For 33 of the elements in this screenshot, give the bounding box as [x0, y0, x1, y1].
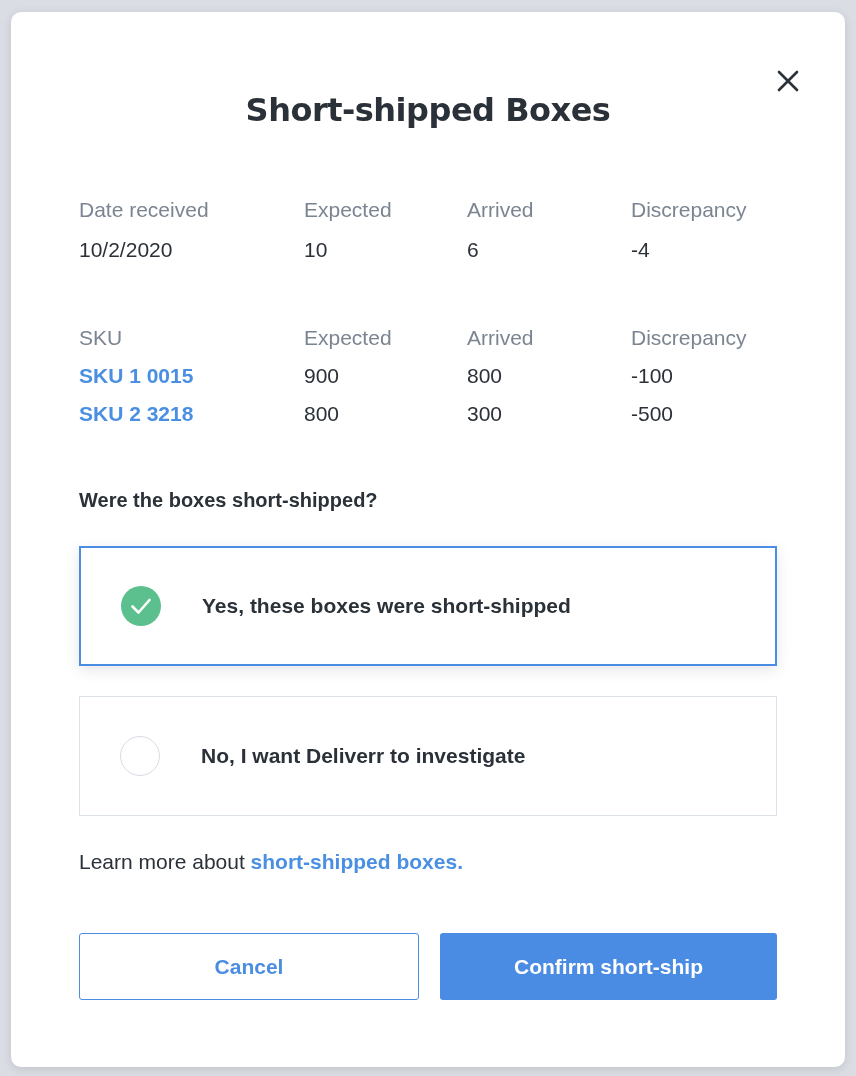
column-header: Arrived [467, 325, 535, 351]
column-header: Arrived [467, 197, 535, 223]
learn-more-text: Learn more about short-shipped boxes. [79, 849, 464, 875]
column-header: Discrepancy [631, 197, 748, 223]
summary-value: -4 [631, 237, 651, 263]
dialog-title: Short-shipped Boxes [244, 90, 612, 130]
close-icon [777, 70, 799, 92]
option-card[interactable]: No, I want Deliverr to investigate [79, 696, 777, 816]
table-cell-text: 800 [304, 401, 341, 427]
table-cell-text: 300 [467, 401, 504, 427]
table-cell-text: 900 [304, 363, 341, 389]
close-button[interactable] [776, 69, 800, 93]
column-header: Discrepancy [631, 325, 748, 351]
sku-link[interactable]: SKU 2 3218 [79, 402, 194, 425]
table-cell-text: 800 [467, 363, 504, 389]
summary-value: 10 [304, 237, 329, 263]
column-header: Expected [304, 325, 393, 351]
table-cell-text: -100 [631, 363, 675, 389]
summary-value: 6 [467, 237, 480, 263]
option-label: No, I want Deliverr to investigate [201, 743, 526, 770]
table-cell-text: -500 [631, 401, 675, 427]
column-header: Date received [79, 197, 210, 223]
option-label: Yes, these boxes were short-shipped [202, 593, 571, 620]
cancel-button[interactable]: Cancel [79, 933, 419, 1000]
confirm-button[interactable]: Confirm short-ship [440, 933, 777, 1000]
learn-more-link[interactable]: short-shipped boxes. [250, 850, 463, 873]
check-circle-icon [121, 586, 161, 626]
column-header: SKU [79, 325, 124, 351]
question-text: Were the boxes short-shipped? [79, 488, 379, 513]
summary-value: 10/2/2020 [79, 237, 174, 263]
sku-link[interactable]: SKU 1 0015 [79, 364, 194, 387]
option-card[interactable]: Yes, these boxes were short-shipped [79, 546, 777, 666]
column-header: Expected [304, 197, 393, 223]
